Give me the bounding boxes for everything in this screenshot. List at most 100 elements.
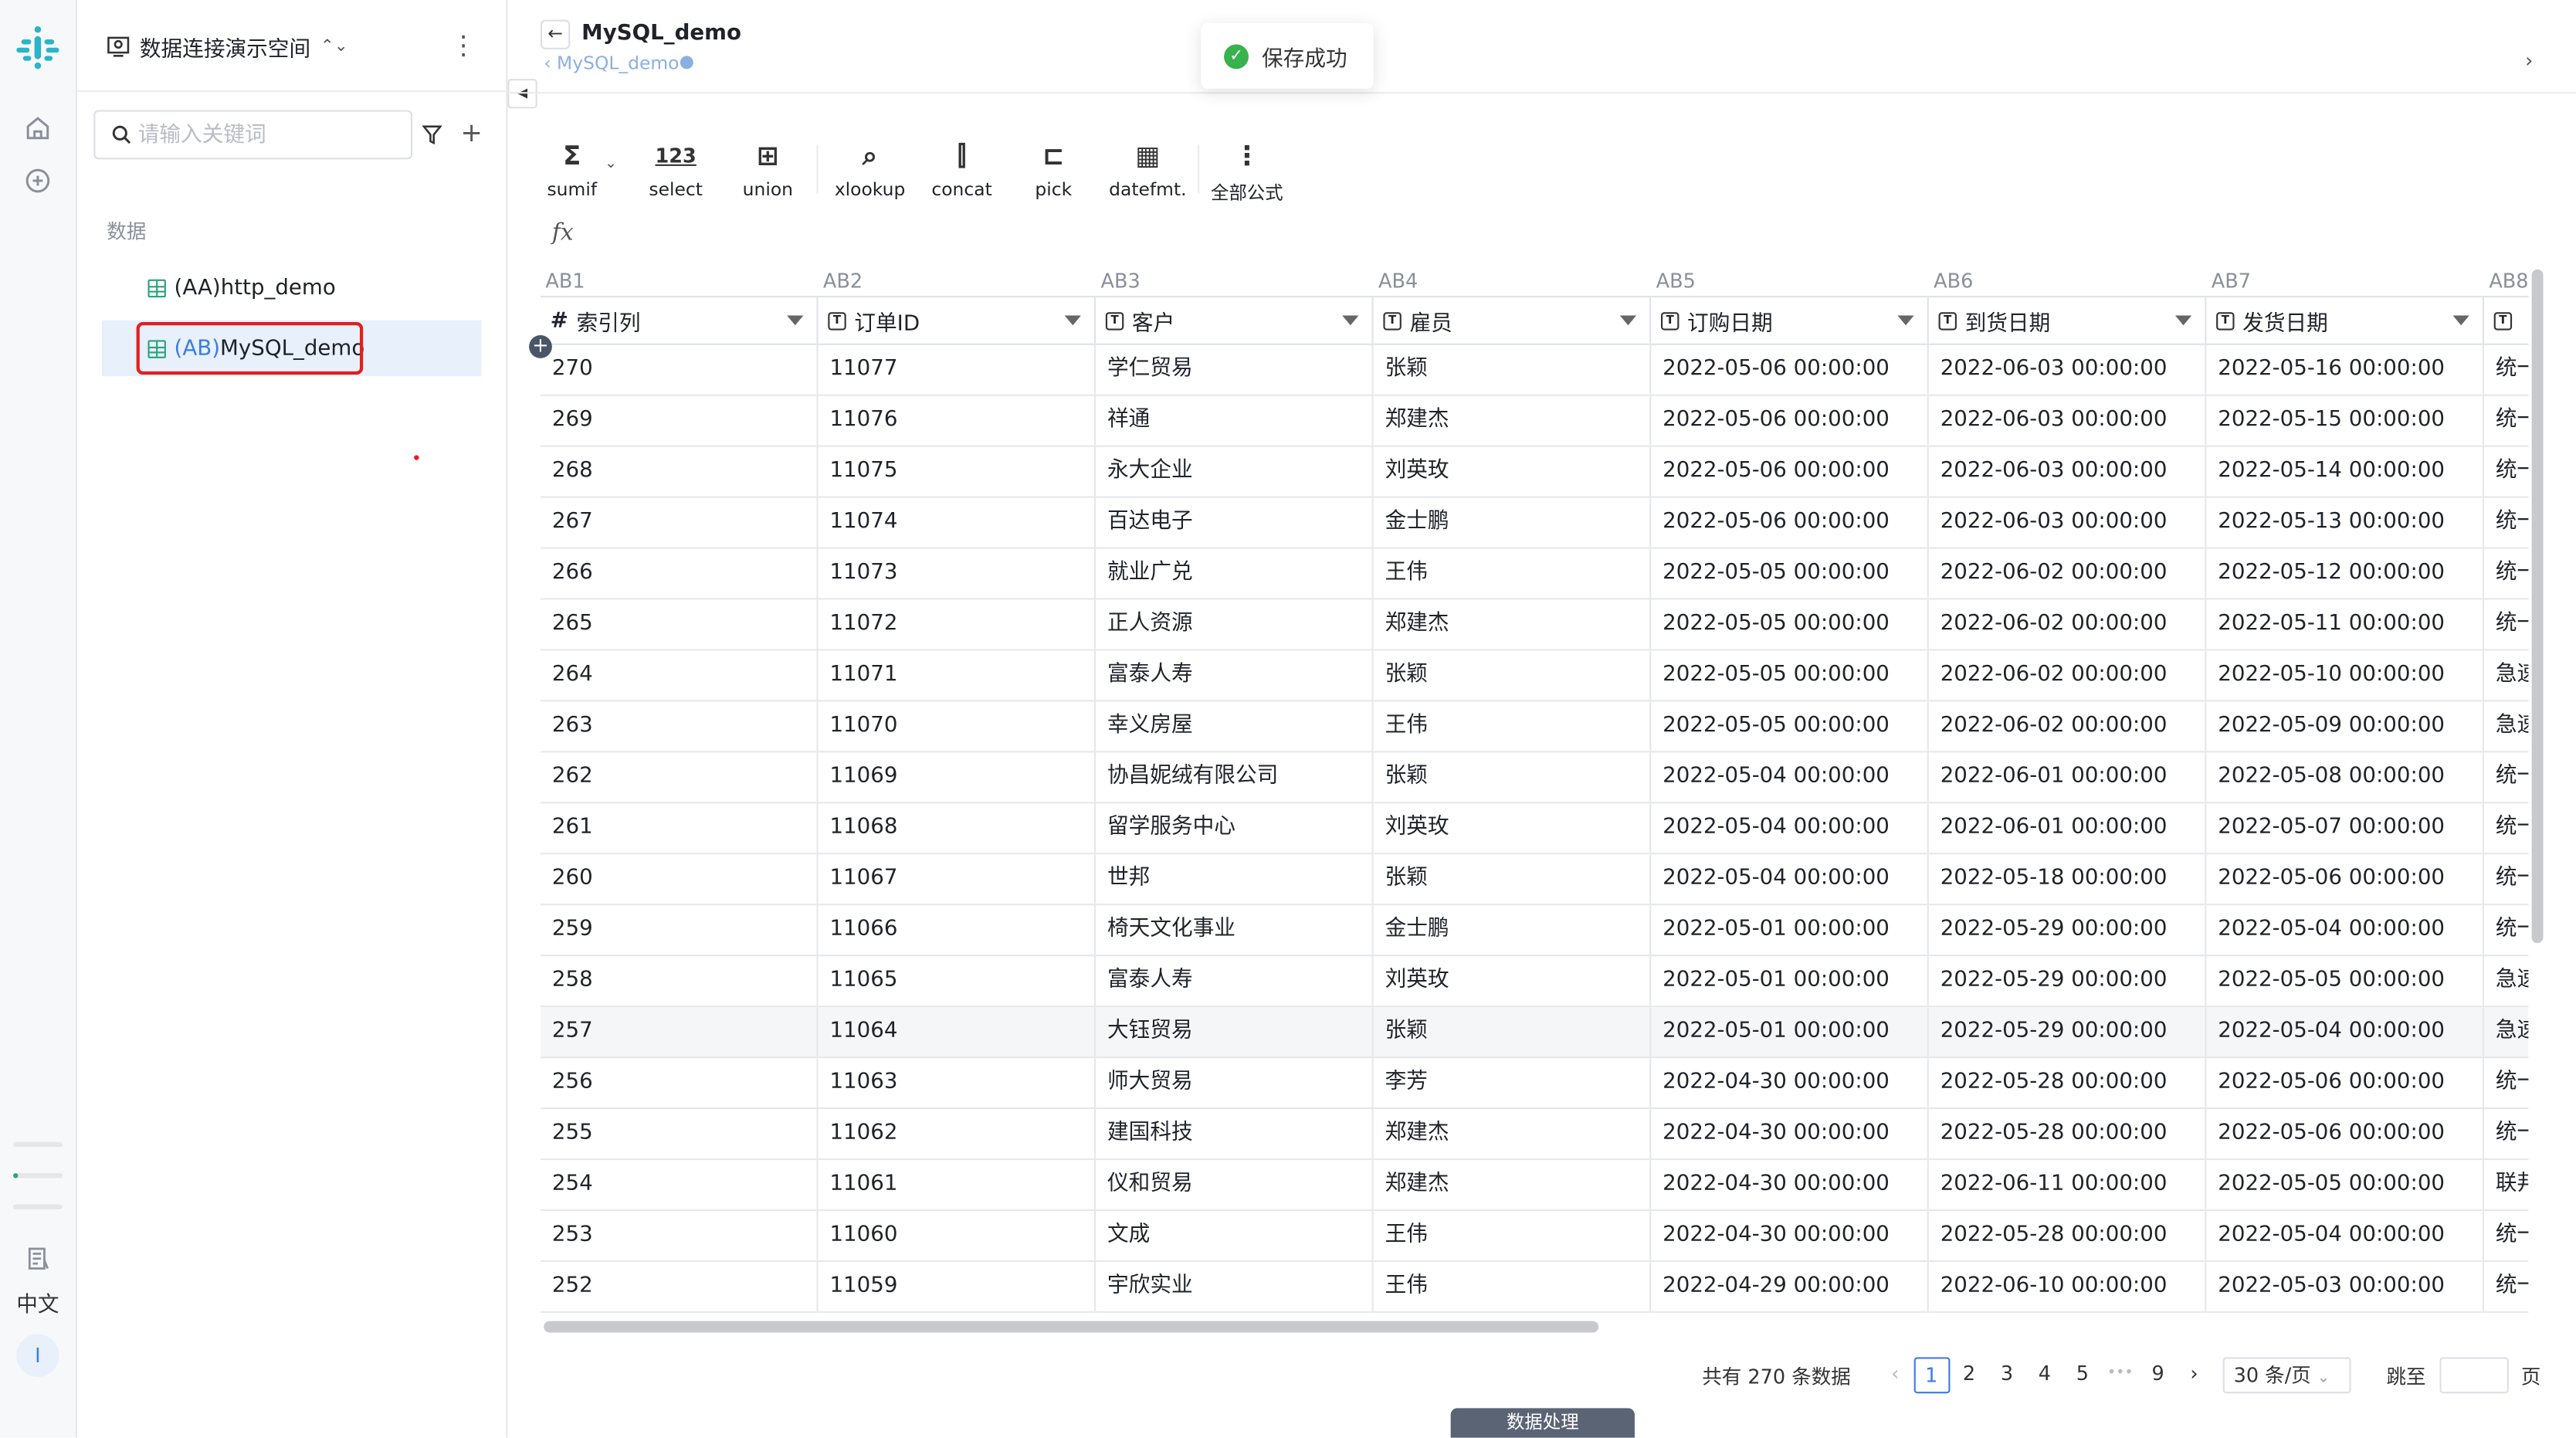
table-cell[interactable]: 11072 (819, 599, 1096, 649)
table-cell[interactable]: 11063 (819, 1058, 1096, 1108)
table-cell[interactable]: 258 (541, 956, 819, 1006)
table-cell[interactable]: 2022-06-02 00:00:00 (1929, 650, 2207, 700)
table-cell[interactable]: 267 (541, 497, 819, 548)
table-cell[interactable]: 永大企业 (1096, 446, 1374, 497)
table-cell[interactable]: 2022-06-02 00:00:00 (1929, 599, 2207, 649)
vertical-scrollbar[interactable] (2531, 269, 2544, 944)
column-header[interactable]: T 客户 (1096, 297, 1374, 345)
table-cell[interactable]: 学仁贸易 (1096, 344, 1374, 395)
table-cell[interactable]: 金士鹏 (1374, 497, 1652, 548)
table-cell[interactable]: 11059 (819, 1261, 1096, 1311)
table-cell[interactable]: 2022-05-05 00:00:00 (1651, 599, 1929, 649)
table-cell[interactable]: 2022-06-03 00:00:00 (1929, 344, 2207, 395)
table-cell[interactable]: 2022-05-04 00:00:00 (1651, 752, 1929, 802)
filter-icon[interactable] (422, 120, 449, 149)
dropdown-caret-icon[interactable] (2174, 315, 2192, 326)
table-cell[interactable]: 256 (541, 1058, 819, 1108)
dropdown-caret-icon[interactable] (1342, 315, 1359, 326)
table-cell[interactable]: 建国科技 (1096, 1109, 1374, 1158)
table-row[interactable]: 257 11064 大钰贸易 张颖 2022-05-01 00:00:00 2022-05… (540, 1007, 2529, 1059)
page-button[interactable]: ••• (2102, 1357, 2138, 1393)
table-cell[interactable]: 2022-06-10 00:00:00 (1929, 1261, 2207, 1311)
table-cell[interactable]: 统一 (2484, 752, 2529, 802)
table-cell[interactable]: 张颖 (1374, 1007, 1652, 1057)
table-cell[interactable]: 统一 (2484, 396, 2529, 446)
table-cell[interactable]: 11065 (819, 956, 1096, 1006)
table-cell[interactable]: 11060 (819, 1211, 1096, 1260)
table-row[interactable]: 252 11059 宇欣实业 王伟 2022-04-29 00:00:00 2022-06… (540, 1261, 2529, 1313)
table-row[interactable]: 265 11072 正人资源 郑建杰 2022-05-05 00:00:00 2022-0… (540, 599, 2529, 651)
table-row[interactable]: 260 11067 世邦 张颖 2022-05-04 00:00:00 2022-05-1… (540, 854, 2529, 906)
table-cell[interactable]: 张颖 (1374, 650, 1652, 700)
table-cell[interactable]: 2022-05-04 00:00:00 (2206, 905, 2484, 955)
table-cell[interactable]: 2022-05-18 00:00:00 (1929, 854, 2207, 904)
table-cell[interactable]: 11067 (819, 854, 1096, 904)
workspace-selector[interactable]: 数据连接演示空间 ⌃⌄ (107, 29, 348, 63)
table-cell[interactable]: 急速 (2484, 651, 2529, 700)
table-cell[interactable]: 11074 (819, 497, 1096, 548)
table-cell[interactable]: 急速 (2484, 701, 2529, 751)
tool-sumif[interactable]: Σsumif (547, 140, 597, 205)
table-cell[interactable]: 王伟 (1374, 1261, 1652, 1311)
table-cell[interactable]: 2022-05-06 00:00:00 (1651, 446, 1929, 497)
table-cell[interactable]: 王伟 (1374, 701, 1652, 751)
tree-item-http-demo[interactable]: (AA) http_demo (102, 259, 481, 315)
search-input[interactable] (137, 122, 385, 148)
table-cell[interactable]: 259 (541, 905, 819, 955)
table-cell[interactable]: 265 (541, 599, 819, 649)
table-cell[interactable]: 富泰人寿 (1096, 956, 1374, 1006)
table-cell[interactable]: 11070 (819, 701, 1096, 751)
table-cell[interactable]: 252 (541, 1261, 819, 1311)
table-cell[interactable]: 266 (541, 548, 819, 599)
table-cell[interactable]: 11064 (819, 1007, 1096, 1057)
table-row[interactable]: 264 11071 富泰人寿 张颖 2022-05-05 00:00:00 2022-06… (540, 650, 2529, 702)
table-row[interactable]: 268 11075 永大企业 刘英玫 2022-05-06 00:00:00 2022-0… (540, 446, 2529, 498)
table-cell[interactable]: 2022-05-15 00:00:00 (2206, 395, 2484, 446)
table-cell[interactable]: 2022-05-05 00:00:00 (1651, 548, 1929, 599)
add-circle-icon[interactable] (22, 164, 55, 198)
user-avatar[interactable]: I (16, 1334, 59, 1377)
table-cell[interactable]: 统一 (2484, 1262, 2529, 1311)
table-cell[interactable]: 富泰人寿 (1096, 650, 1374, 700)
table-row[interactable]: 259 11066 椅天文化事业 金士鹏 2022-05-01 00:00:00 2022… (540, 905, 2529, 957)
column-header[interactable]: T 发货日期 (2206, 297, 2484, 345)
table-cell[interactable]: 269 (541, 395, 819, 446)
table-cell[interactable]: 郑建杰 (1374, 1109, 1652, 1158)
table-cell[interactable]: 郑建杰 (1374, 599, 1652, 649)
table-cell[interactable]: 王伟 (1374, 1211, 1652, 1260)
table-cell[interactable]: 2022-06-03 00:00:00 (1929, 446, 2207, 497)
table-row[interactable]: 266 11073 就业广兑 王伟 2022-05-05 00:00:00 2022-06… (540, 548, 2529, 600)
table-cell[interactable]: 2022-05-04 00:00:00 (1651, 854, 1929, 904)
table-row[interactable]: 255 11062 建国科技 郑建杰 2022-04-30 00:00:00 2022-0… (540, 1109, 2529, 1161)
chevron-right-icon[interactable]: › (2525, 49, 2533, 73)
table-cell[interactable]: 统一 (2484, 1109, 2529, 1158)
document-icon[interactable] (22, 1242, 55, 1275)
table-cell[interactable]: 幸义房屋 (1096, 701, 1374, 751)
table-cell[interactable]: 统一 (2484, 549, 2529, 599)
column-header[interactable]: T 到货日期 (1929, 297, 2207, 345)
table-cell[interactable]: 270 (541, 344, 819, 395)
table-row[interactable]: 263 11070 幸义房屋 王伟 2022-05-05 00:00:00 2022-06… (540, 701, 2529, 753)
table-cell[interactable]: 2022-05-06 00:00:00 (1651, 497, 1929, 548)
table-cell[interactable]: 2022-05-29 00:00:00 (1929, 956, 2207, 1006)
table-cell[interactable]: 255 (541, 1109, 819, 1158)
table-cell[interactable]: 2022-04-30 00:00:00 (1651, 1058, 1929, 1108)
tool-xlookup[interactable]: ⌕ xlookup (835, 140, 906, 205)
table-row[interactable]: 262 11069 协昌妮绒有限公司 张颖 2022-05-04 00:00:00 202… (540, 752, 2529, 804)
tool-select[interactable]: 123 select (649, 140, 703, 205)
table-cell[interactable]: 正人资源 (1096, 599, 1374, 649)
table-cell[interactable]: 2022-05-06 00:00:00 (2206, 1109, 2484, 1158)
table-cell[interactable]: 金士鹏 (1374, 905, 1652, 955)
table-cell[interactable]: 宇欣实业 (1096, 1261, 1374, 1311)
table-row[interactable]: 261 11068 留学服务中心 刘英玫 2022-05-04 00:00:00 2022… (540, 803, 2529, 855)
table-cell[interactable]: 2022-06-02 00:00:00 (1929, 701, 2207, 751)
table-cell[interactable]: 统一 (2484, 1058, 2529, 1107)
column-header[interactable]: T (2484, 297, 2528, 345)
dropdown-caret-icon[interactable] (787, 315, 804, 326)
table-cell[interactable]: 253 (541, 1211, 819, 1260)
table-cell[interactable]: 2022-05-04 00:00:00 (2206, 1007, 2484, 1057)
table-cell[interactable]: 261 (541, 803, 819, 853)
add-icon[interactable]: + (459, 117, 485, 150)
table-cell[interactable]: 254 (541, 1160, 819, 1209)
table-cell[interactable]: 2022-06-03 00:00:00 (1929, 395, 2207, 446)
